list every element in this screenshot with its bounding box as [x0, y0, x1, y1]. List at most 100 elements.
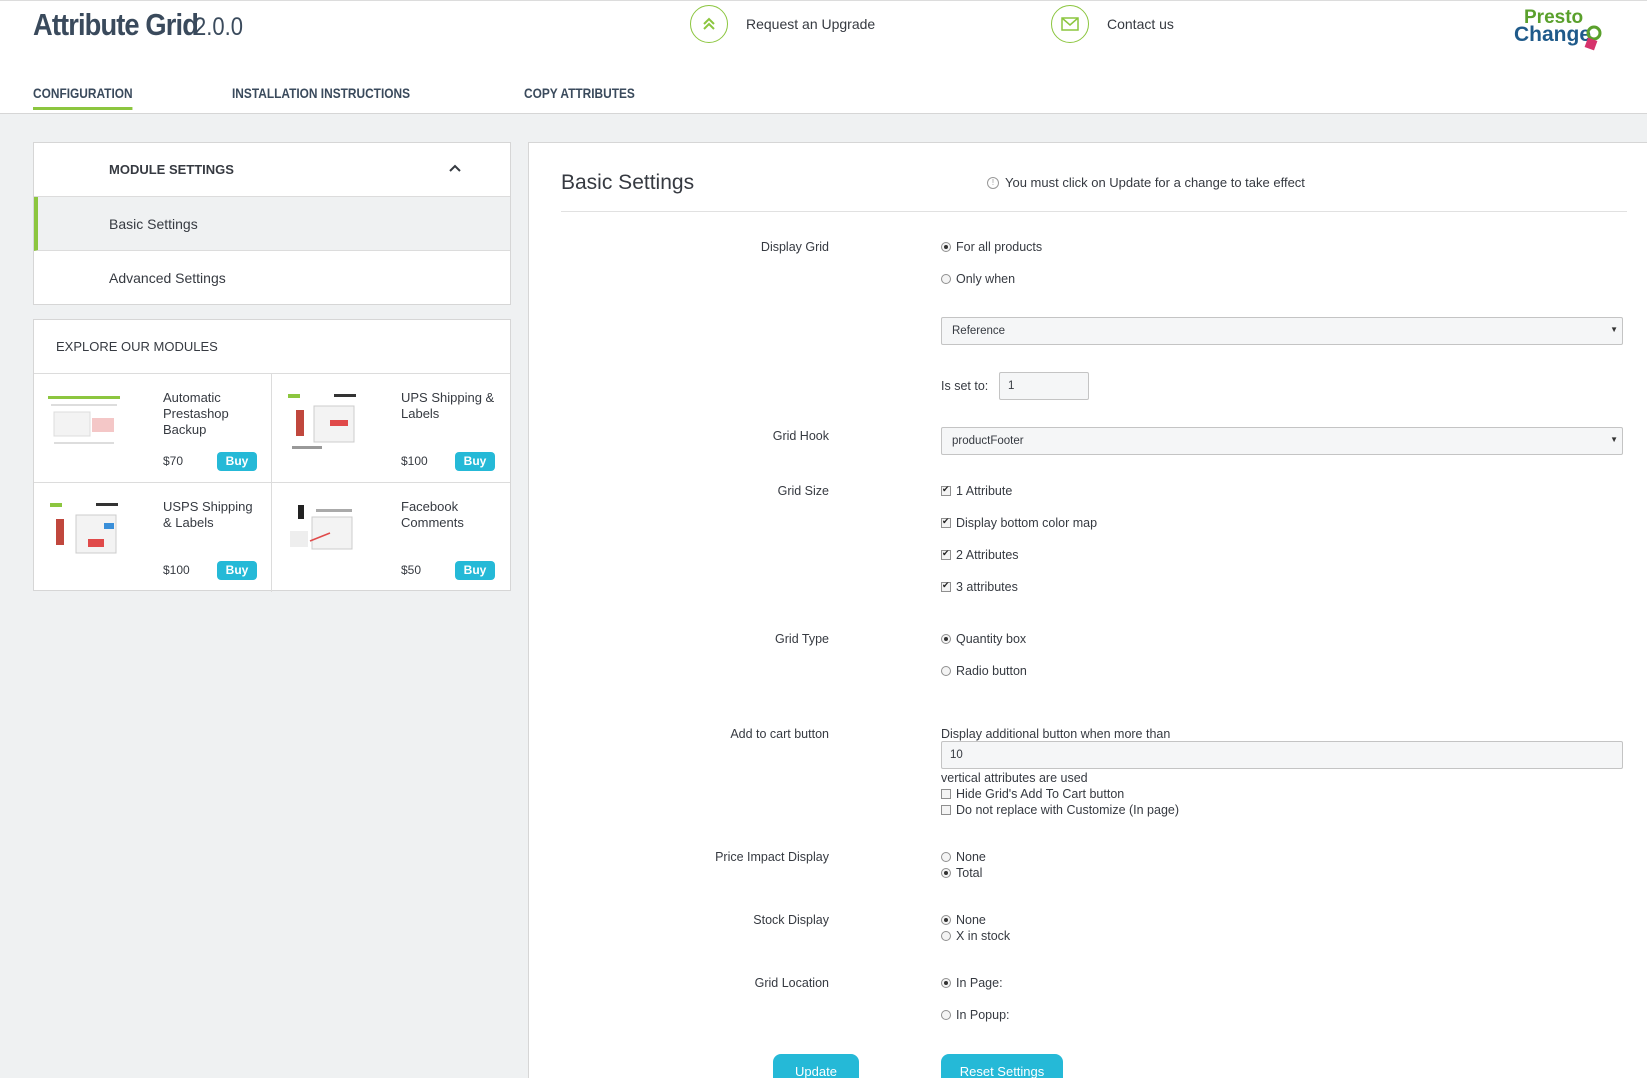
radio-checked[interactable]: [941, 978, 951, 988]
buy-button[interactable]: Buy: [455, 561, 495, 580]
checkbox-unchecked[interactable]: [941, 789, 951, 799]
option-label: In Page:: [956, 976, 1003, 990]
checkbox-checked[interactable]: [941, 484, 951, 496]
buy-button[interactable]: Buy: [455, 452, 495, 471]
module-thumbnail: [48, 392, 120, 458]
option-label: None: [956, 913, 986, 927]
price-impact-none[interactable]: None: [941, 850, 986, 864]
contact-us-label: Contact us: [1107, 16, 1174, 32]
checkbox-checked[interactable]: [941, 580, 951, 592]
sidebar-item-advanced-settings[interactable]: Advanced Settings: [34, 251, 510, 305]
contact-us-link[interactable]: Contact us: [1051, 5, 1174, 43]
grid-size-2-attributes[interactable]: 2 Attributes: [941, 548, 1019, 562]
module-card: USPS Shipping & Labels $100 Buy: [34, 483, 272, 592]
reset-settings-button[interactable]: Reset Settings: [941, 1054, 1063, 1078]
option-label: Do not replace with Customize (In page): [956, 803, 1180, 817]
module-thumbnail: [48, 501, 120, 567]
radio-unchecked[interactable]: [941, 931, 951, 941]
radio-checked[interactable]: [941, 242, 951, 252]
double-chevron-up-icon: [690, 5, 728, 43]
checkbox-unchecked[interactable]: [941, 805, 951, 815]
option-label: For all products: [956, 240, 1043, 254]
grid-hook-select[interactable]: productFooter ▼: [941, 427, 1623, 455]
is-set-to-label: Is set to:: [941, 379, 989, 393]
grid-hook-label: Grid Hook: [772, 429, 829, 443]
grid-size-3-attributes[interactable]: 3 attributes: [941, 580, 1018, 594]
display-grid-only-when-option[interactable]: Only when: [941, 272, 1015, 286]
tab-bar: CONFIGURATION INSTALLATION INSTRUCTIONS …: [33, 85, 736, 110]
no-replace-customize-option[interactable]: Do not replace with Customize (In page): [941, 803, 1179, 817]
tab-copy-attributes[interactable]: COPY ATTRIBUTES: [524, 85, 635, 110]
price-impact-total[interactable]: Total: [941, 866, 982, 880]
module-name: UPS Shipping & Labels: [401, 390, 495, 421]
sidebar-item-label: Advanced Settings: [109, 270, 226, 286]
add-to-cart-text-before: Display additional button when more than: [941, 727, 1171, 741]
select-value: Reference: [952, 325, 1006, 337]
module-name: Facebook Comments: [401, 499, 464, 530]
request-upgrade-link[interactable]: Request an Upgrade: [690, 5, 875, 43]
module-thumbnail: [286, 392, 358, 458]
update-button[interactable]: Update: [773, 1054, 859, 1078]
dropdown-arrow-icon: ▼: [1610, 435, 1618, 444]
app-version: 2.0.0: [194, 13, 243, 41]
display-grid-label: Display Grid: [760, 240, 829, 254]
option-label: X in stock: [956, 929, 1011, 943]
radio-checked[interactable]: [941, 634, 951, 644]
explore-modules-heading: EXPLORE OUR MODULES: [34, 320, 510, 374]
radio-unchecked[interactable]: [941, 666, 951, 676]
divider: [561, 211, 1627, 212]
option-label: Radio button: [956, 664, 1027, 678]
grid-location-label: Grid Location: [754, 976, 829, 990]
grid-type-quantity-box[interactable]: Quantity box: [941, 632, 1026, 646]
radio-unchecked[interactable]: [941, 274, 951, 284]
stock-display-none[interactable]: None: [941, 913, 986, 927]
grid-size-1-attribute[interactable]: 1 Attribute: [941, 484, 1012, 498]
option-label: 3 attributes: [956, 580, 1018, 594]
grid-size-color-map[interactable]: Display bottom color map: [941, 516, 1097, 530]
stock-display-x-in-stock[interactable]: X in stock: [941, 929, 1010, 943]
checkbox-checked[interactable]: [941, 516, 951, 528]
module-settings-header[interactable]: MODULE SETTINGS: [34, 143, 510, 197]
basic-settings-panel: Basic Settings ! You must click on Updat…: [528, 142, 1647, 1078]
is-set-to-input[interactable]: 1: [999, 372, 1089, 400]
tab-installation-instructions[interactable]: INSTALLATION INSTRUCTIONS: [232, 85, 410, 110]
module-price: $100: [163, 563, 190, 577]
option-label: Hide Grid's Add To Cart button: [956, 787, 1125, 801]
sidebar-item-basic-settings[interactable]: Basic Settings: [34, 197, 510, 251]
tab-configuration[interactable]: CONFIGURATION: [33, 85, 133, 110]
display-grid-all-option[interactable]: For all products: [941, 240, 1042, 254]
module-card: UPS Shipping & Labels $100 Buy: [272, 374, 510, 483]
radio-checked[interactable]: [941, 868, 951, 878]
radio-checked[interactable]: [941, 915, 951, 925]
explore-modules-panel: EXPLORE OUR MODULES Automatic Prestashop…: [33, 319, 511, 592]
buy-button[interactable]: Buy: [217, 561, 257, 580]
radio-unchecked[interactable]: [941, 852, 951, 862]
info-icon: !: [987, 176, 999, 189]
option-label: Total: [956, 866, 983, 880]
module-grid: Automatic Prestashop Backup $70 Buy UPS …: [34, 374, 510, 592]
grid-type-radio-button[interactable]: Radio button: [941, 664, 1027, 678]
module-name: USPS Shipping & Labels: [163, 499, 253, 530]
chevron-up-icon[interactable]: [448, 163, 462, 173]
condition-field-select[interactable]: Reference ▼: [941, 317, 1623, 345]
grid-size-label: Grid Size: [777, 484, 829, 498]
presto-changeo-logo: Presto Change: [1514, 7, 1602, 51]
stock-display-label: Stock Display: [753, 913, 829, 927]
app-title: Attribute Grid: [33, 7, 199, 42]
buy-button[interactable]: Buy: [217, 452, 257, 471]
option-label: Only when: [956, 272, 1016, 286]
grid-location-in-page[interactable]: In Page:: [941, 976, 1003, 990]
module-price: $70: [163, 454, 184, 468]
request-upgrade-label: Request an Upgrade: [746, 16, 876, 32]
option-label: Display bottom color map: [956, 516, 1098, 530]
update-notice: ! You must click on Update for a change …: [987, 175, 1305, 190]
module-card: Automatic Prestashop Backup $70 Buy: [34, 374, 272, 483]
attributes-threshold-input[interactable]: 10: [941, 741, 1623, 769]
radio-unchecked[interactable]: [941, 1010, 951, 1020]
module-thumbnail: [286, 501, 358, 567]
checkbox-checked[interactable]: [941, 548, 951, 560]
hide-add-to-cart-option[interactable]: Hide Grid's Add To Cart button: [941, 787, 1124, 801]
envelope-icon: [1051, 5, 1089, 43]
grid-location-in-popup[interactable]: In Popup:: [941, 1008, 1010, 1022]
module-settings-panel: MODULE SETTINGS Basic Settings Advanced …: [33, 142, 511, 305]
